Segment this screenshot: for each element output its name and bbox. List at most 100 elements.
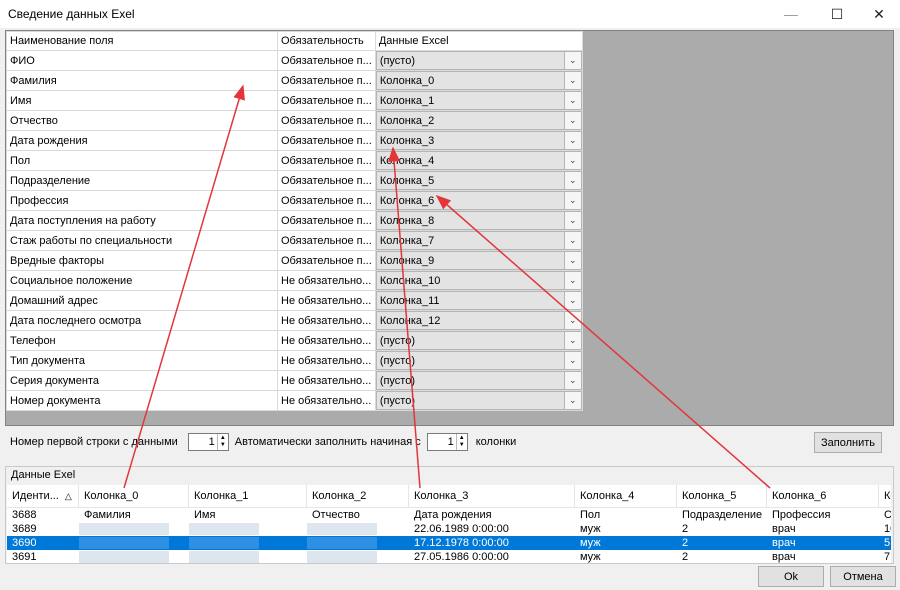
first-row-spinner[interactable]: 1 ▲ ▼	[187, 433, 229, 451]
excel-column-value[interactable]: Колонка_5	[377, 175, 564, 187]
required-cell[interactable]: Не обязательно...	[277, 270, 376, 291]
excel-column-value[interactable]: Колонка_2	[377, 115, 564, 127]
auto-fill-spinner[interactable]: 1 ▲ ▼	[426, 433, 468, 451]
excel-column-combo-cell[interactable]: Колонка_11 ⌄	[374, 290, 583, 311]
cancel-button[interactable]: Отмена	[830, 566, 896, 587]
excel-column-value[interactable]: Колонка_1	[377, 95, 564, 107]
table-cell[interactable]	[307, 550, 409, 563]
excel-column-select[interactable]: Колонка_12 ⌄	[376, 311, 582, 330]
excel-column-header[interactable]: Ко	[879, 485, 891, 507]
excel-column-value[interactable]: Колонка_8	[377, 215, 564, 227]
table-cell[interactable]: 3689	[7, 522, 79, 536]
field-name-cell[interactable]: Дата последнего осмотра	[6, 310, 278, 331]
chevron-down-icon[interactable]: ⌄	[563, 392, 581, 409]
table-cell[interactable]	[189, 550, 307, 563]
excel-column-select[interactable]: Колонка_2 ⌄	[376, 111, 582, 130]
excel-column-select[interactable]: Колонка_8 ⌄	[376, 211, 582, 230]
required-cell[interactable]: Обязательное п...	[277, 70, 376, 91]
excel-column-combo-cell[interactable]: Колонка_12 ⌄	[374, 310, 583, 331]
excel-column-combo-cell[interactable]: Колонка_4 ⌄	[374, 150, 583, 171]
table-cell[interactable]: Подразделение	[677, 508, 767, 522]
excel-column-value[interactable]: Колонка_12	[377, 315, 564, 327]
field-name-cell[interactable]: Пол	[6, 150, 278, 171]
excel-column-select[interactable]: Колонка_6 ⌄	[376, 191, 582, 210]
table-cell[interactable]: 3691	[7, 550, 79, 563]
excel-column-value[interactable]: Колонка_11	[377, 295, 564, 307]
chevron-down-icon[interactable]: ⌄	[563, 312, 581, 329]
excel-column-combo-cell[interactable]: (пусто) ⌄	[374, 330, 583, 351]
required-cell[interactable]: Обязательное п...	[277, 130, 376, 151]
mapping-row[interactable]: Домашний адрес Не обязательно... Колонка_1…	[6, 290, 583, 311]
table-cell[interactable]: 3690	[7, 536, 79, 550]
excel-column-select[interactable]: Колонка_11 ⌄	[376, 291, 582, 310]
mapping-row[interactable]: Серия документа Не обязательно... (пусто) ⌄	[6, 370, 583, 391]
excel-column-select[interactable]: (пусто) ⌄	[376, 391, 582, 410]
header-field-name[interactable]: Наименование поля	[6, 31, 278, 51]
table-cell[interactable]: 22.06.1989 0:00:00	[409, 522, 575, 536]
excel-column-value[interactable]: (пусто)	[377, 55, 564, 67]
excel-column-select[interactable]: (пусто) ⌄	[376, 331, 582, 350]
table-cell[interactable]: муж	[575, 522, 677, 536]
excel-column-combo-cell[interactable]: (пусто) ⌄	[374, 390, 583, 411]
table-cell[interactable]: муж	[575, 550, 677, 563]
field-name-cell[interactable]: ФИО	[6, 50, 278, 71]
excel-column-header[interactable]: Колонка_3	[409, 485, 575, 507]
excel-column-value[interactable]: (пусто)	[377, 375, 564, 387]
excel-column-select[interactable]: (пусто) ⌄	[376, 371, 582, 390]
field-name-cell[interactable]: Телефон	[6, 330, 278, 351]
excel-column-combo-cell[interactable]: Колонка_8 ⌄	[374, 210, 583, 231]
excel-column-value[interactable]: (пусто)	[377, 395, 564, 407]
field-name-cell[interactable]: Профессия	[6, 190, 278, 211]
table-cell[interactable]: Дата рождения	[409, 508, 575, 522]
maximize-button[interactable]: ☐	[814, 0, 860, 28]
field-name-cell[interactable]: Дата поступления на работу	[6, 210, 278, 231]
excel-column-combo-cell[interactable]: Колонка_1 ⌄	[374, 90, 583, 111]
excel-column-select[interactable]: Колонка_0 ⌄	[376, 71, 582, 90]
chevron-down-icon[interactable]: ⌄	[563, 72, 581, 89]
field-mapping-grid[interactable]: Наименование поля Обязательность Данные …	[5, 30, 894, 426]
mapping-row[interactable]: Фамилия Обязательное п... Колонка_0 ⌄	[6, 70, 583, 91]
first-row-value[interactable]: 1	[189, 434, 217, 450]
table-cell[interactable]: 2	[677, 536, 767, 550]
required-cell[interactable]: Обязательное п...	[277, 90, 376, 111]
table-cell[interactable]: 7	[879, 550, 891, 563]
mapping-row[interactable]: Дата рождения Обязательное п... Колонка_3 ⌄	[6, 130, 583, 151]
excel-column-value[interactable]: Колонка_9	[377, 255, 564, 267]
excel-column-select[interactable]: Колонка_3 ⌄	[376, 131, 582, 150]
chevron-down-icon[interactable]: ⌄	[563, 152, 581, 169]
auto-fill-value[interactable]: 1	[428, 434, 456, 450]
excel-column-select[interactable]: Колонка_10 ⌄	[376, 271, 582, 290]
mapping-row[interactable]: Номер документа Не обязательно... (пусто) ⌄	[6, 390, 583, 411]
table-row[interactable]: 3689 22.06.1989 0:00:00муж2врач10	[7, 522, 891, 536]
table-cell[interactable]: 17.12.1978 0:00:00	[409, 536, 575, 550]
mapping-row[interactable]: Имя Обязательное п... Колонка_1 ⌄	[6, 90, 583, 111]
table-cell[interactable]: Пол	[575, 508, 677, 522]
table-cell[interactable]: Имя	[189, 508, 307, 522]
required-cell[interactable]: Обязательное п...	[277, 50, 376, 71]
table-cell[interactable]	[79, 536, 189, 550]
excel-column-value[interactable]: (пусто)	[377, 335, 564, 347]
chevron-down-icon[interactable]: ⌄	[563, 172, 581, 189]
excel-column-combo-cell[interactable]: (пусто) ⌄	[374, 350, 583, 371]
excel-column-combo-cell[interactable]: Колонка_0 ⌄	[374, 70, 583, 91]
table-cell[interactable]: 27.05.1986 0:00:00	[409, 550, 575, 563]
table-cell[interactable]	[307, 522, 409, 536]
table-cell[interactable]: врач	[767, 550, 879, 563]
chevron-down-icon[interactable]: ⌄	[563, 112, 581, 129]
field-name-cell[interactable]: Домашний адрес	[6, 290, 278, 311]
excel-column-header[interactable]: Колонка_2	[307, 485, 409, 507]
required-cell[interactable]: Не обязательно...	[277, 390, 376, 411]
chevron-down-icon[interactable]: ⌄	[563, 292, 581, 309]
table-row[interactable]: 3688 Фамилия Имя Отчество Дата рождения Пол По…	[7, 508, 891, 522]
mapping-row[interactable]: Тип документа Не обязательно... (пусто) ⌄	[6, 350, 583, 371]
required-cell[interactable]: Обязательное п...	[277, 150, 376, 171]
mapping-row[interactable]: Пол Обязательное п... Колонка_4 ⌄	[6, 150, 583, 171]
excel-column-select[interactable]: Колонка_9 ⌄	[376, 251, 582, 270]
excel-column-combo-cell[interactable]: Колонка_6 ⌄	[374, 190, 583, 211]
excel-column-header[interactable]: Колонка_1	[189, 485, 307, 507]
required-cell[interactable]: Не обязательно...	[277, 310, 376, 331]
mapping-row[interactable]: Дата последнего осмотра Не обязательно...…	[6, 310, 583, 331]
excel-column-select[interactable]: Колонка_4 ⌄	[376, 151, 582, 170]
field-name-cell[interactable]: Отчество	[6, 110, 278, 131]
excel-column-combo-cell[interactable]: (пусто) ⌄	[374, 370, 583, 391]
